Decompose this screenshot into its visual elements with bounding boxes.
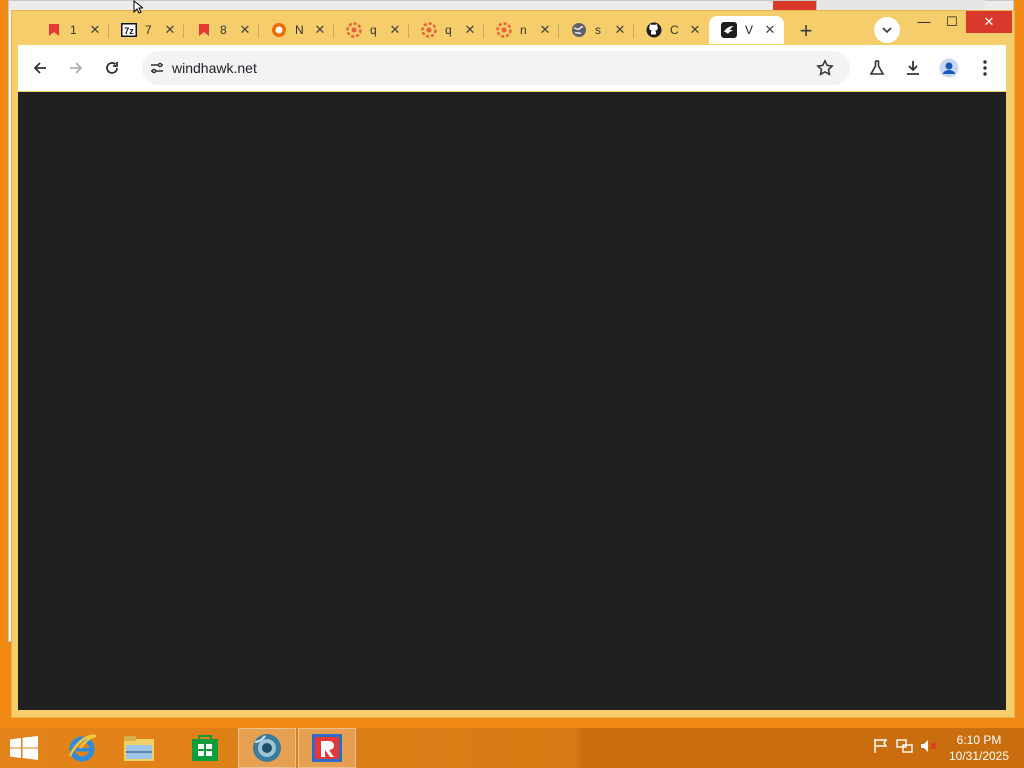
tab-title: 8	[220, 23, 227, 37]
chrome-window: 1 ✕ 7z 7 ✕ 8 ✕ N ✕ q ✕ q ✕ n ✕ s ✕ C ✕ V…	[11, 10, 1015, 718]
network-icon[interactable]	[896, 736, 914, 756]
tab-4[interactable]: q ✕	[334, 16, 409, 44]
labs-button[interactable]	[863, 54, 891, 82]
tab-2[interactable]: 8 ✕	[184, 16, 259, 44]
profile-button[interactable]	[935, 54, 963, 82]
back-button[interactable]	[26, 54, 54, 82]
address-bar[interactable]: windhawk.net	[142, 51, 850, 85]
tab-9-active[interactable]: V ✕	[709, 16, 784, 44]
tab-close-icon[interactable]: ✕	[462, 22, 478, 38]
tab-title: q	[445, 23, 452, 37]
close-window-button[interactable]: ✕	[966, 11, 1012, 33]
clock-time: 6:10 PM	[956, 733, 1002, 747]
flag-icon[interactable]	[872, 736, 890, 756]
arrow-right-icon	[70, 62, 83, 74]
site-info-icon[interactable]	[148, 59, 166, 77]
minimize-button[interactable]: —	[910, 11, 938, 33]
orange-circle-icon	[271, 22, 287, 38]
browser-toolbar: windhawk.net	[18, 45, 1006, 91]
forward-button[interactable]	[62, 54, 90, 82]
orange-gear-icon	[496, 22, 512, 38]
tab-8[interactable]: C ✕	[634, 16, 709, 44]
roblox-studio-icon[interactable]	[298, 728, 356, 768]
start-button[interactable]	[0, 728, 48, 768]
file-explorer-icon[interactable]	[112, 728, 166, 768]
taskbar: 6:10 PM 10/31/2025	[0, 728, 1024, 768]
reload-icon	[106, 62, 118, 74]
tab-search-button[interactable]	[874, 17, 900, 43]
orange-gear-icon	[346, 22, 362, 38]
tab-title: q	[370, 23, 377, 37]
tab-title: s	[595, 23, 601, 37]
reload-button[interactable]	[98, 54, 126, 82]
system-clock[interactable]: 6:10 PM 10/31/2025	[944, 732, 1014, 764]
bookmark-star-icon[interactable]	[816, 59, 834, 77]
orange-gear-icon	[421, 22, 437, 38]
chevron-down-icon	[882, 27, 892, 33]
tab-title: C	[670, 23, 679, 37]
url-text[interactable]: windhawk.net	[172, 60, 257, 76]
clock-date: 10/31/2025	[948, 749, 1010, 763]
github-icon	[646, 22, 662, 38]
tab-close-icon[interactable]: ✕	[762, 22, 778, 38]
page-content[interactable]	[18, 92, 1006, 710]
tab-close-icon[interactable]: ✕	[687, 22, 703, 38]
arrow-left-icon	[33, 62, 46, 74]
tab-3[interactable]: N ✕	[259, 16, 334, 44]
windows-logo-icon	[10, 736, 38, 760]
mouse-cursor	[133, 0, 143, 14]
tab-close-icon[interactable]: ✕	[312, 22, 328, 38]
red-bookmark-icon	[196, 22, 212, 38]
avatar-icon	[939, 58, 959, 78]
tab-close-icon[interactable]: ✕	[612, 22, 628, 38]
tab-1[interactable]: 7z 7 ✕	[109, 16, 184, 44]
internet-explorer-icon[interactable]	[54, 728, 110, 768]
tab-7[interactable]: s ✕	[559, 16, 634, 44]
tab-strip: 1 ✕ 7z 7 ✕ 8 ✕ N ✕ q ✕ q ✕ n ✕ s ✕ C ✕ V…	[12, 11, 1014, 45]
menu-button[interactable]	[971, 54, 999, 82]
new-tab-button[interactable]: +	[794, 20, 818, 44]
downloads-button[interactable]	[899, 54, 927, 82]
tab-0[interactable]: 1 ✕	[34, 16, 109, 44]
kebab-menu-icon	[983, 60, 987, 76]
maximize-button[interactable]: ☐	[938, 11, 966, 33]
tab-close-icon[interactable]: ✕	[162, 22, 178, 38]
windhawk-icon	[721, 22, 737, 38]
tab-close-icon[interactable]: ✕	[537, 22, 553, 38]
flask-icon	[869, 60, 885, 75]
svg-text:7z: 7z	[124, 26, 134, 36]
tab-title: 1	[70, 23, 77, 37]
tab-title: n	[520, 23, 527, 37]
red-bookmark-icon	[46, 22, 62, 38]
7zip-icon: 7z	[121, 22, 137, 38]
volume-muted-icon[interactable]	[920, 736, 938, 756]
tab-6[interactable]: n ✕	[484, 16, 559, 44]
store-icon[interactable]	[178, 728, 232, 768]
globe-icon	[571, 22, 587, 38]
tab-close-icon[interactable]: ✕	[387, 22, 403, 38]
tab-5[interactable]: q ✕	[409, 16, 484, 44]
download-icon	[907, 61, 919, 75]
tab-title: N	[295, 23, 304, 37]
tab-close-icon[interactable]: ✕	[237, 22, 253, 38]
chrome-icon[interactable]	[238, 728, 296, 768]
tab-title: 7	[145, 23, 152, 37]
tab-close-icon[interactable]: ✕	[87, 22, 103, 38]
tab-title: V	[745, 23, 754, 37]
